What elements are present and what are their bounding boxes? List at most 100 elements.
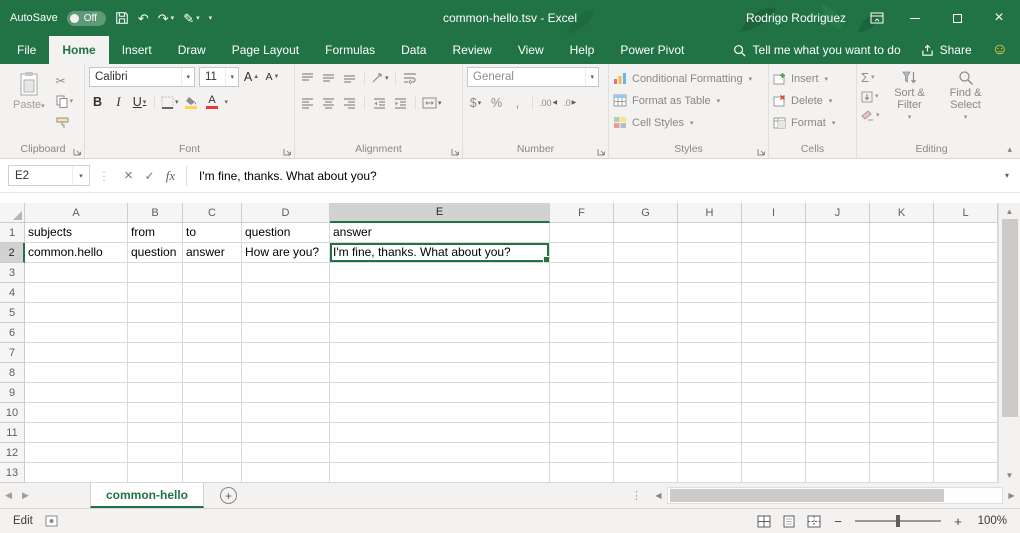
cell-A12[interactable]	[25, 443, 128, 463]
cell-C12[interactable]	[183, 443, 242, 463]
cell-J9[interactable]	[806, 383, 870, 403]
cell-D3[interactable]	[242, 263, 330, 283]
cell-F8[interactable]	[550, 363, 614, 383]
format-as-table-button[interactable]: Format as Table▾	[613, 90, 764, 111]
cell-J13[interactable]	[806, 463, 870, 483]
select-all-corner[interactable]	[0, 203, 25, 223]
increase-decimal-button[interactable]: .00◀	[539, 94, 557, 112]
page-break-view-button[interactable]	[807, 515, 821, 528]
cell-E11[interactable]	[330, 423, 550, 443]
decrease-indent-button[interactable]	[371, 94, 388, 112]
cell-E12[interactable]	[330, 443, 550, 463]
cell-B7[interactable]	[128, 343, 183, 363]
cell-H4[interactable]	[678, 283, 742, 303]
percent-style-button[interactable]: %	[488, 94, 505, 112]
cell-J2[interactable]	[806, 243, 870, 263]
column-header-K[interactable]: K	[870, 203, 934, 223]
zoom-out-button[interactable]: −	[832, 514, 844, 529]
scroll-up-arrow[interactable]: ▲	[999, 203, 1020, 219]
cell-D10[interactable]	[242, 403, 330, 423]
row-header-7[interactable]: 7	[0, 343, 25, 363]
tab-draw[interactable]: Draw	[165, 36, 219, 64]
paste-button[interactable]: Paste▾	[6, 67, 52, 142]
row-header-10[interactable]: 10	[0, 403, 25, 423]
cell-L2[interactable]	[934, 243, 998, 263]
cell-J3[interactable]	[806, 263, 870, 283]
close-button[interactable]: ×	[978, 0, 1020, 36]
cell-G8[interactable]	[614, 363, 678, 383]
autosave-toggle[interactable]: Off	[67, 11, 106, 26]
cell-C2[interactable]: answer	[183, 243, 242, 263]
cell-D7[interactable]	[242, 343, 330, 363]
comma-style-button[interactable]: ,	[509, 94, 526, 112]
cell-D13[interactable]	[242, 463, 330, 483]
formula-input[interactable]: I'm fine, thanks. What about you?	[192, 169, 998, 183]
column-header-L[interactable]: L	[934, 203, 998, 223]
cell-G13[interactable]	[614, 463, 678, 483]
cell-H9[interactable]	[678, 383, 742, 403]
name-box-dropdown[interactable]: ▾	[72, 166, 89, 185]
cell-L8[interactable]	[934, 363, 998, 383]
row-header-6[interactable]: 6	[0, 323, 25, 343]
feedback-smiley-icon[interactable]: ☺	[992, 41, 1008, 59]
cell-K6[interactable]	[870, 323, 934, 343]
autosum-button[interactable]: Σ▾	[861, 70, 880, 85]
cell-G3[interactable]	[614, 263, 678, 283]
minimize-button[interactable]	[894, 0, 936, 36]
cell-C3[interactable]	[183, 263, 242, 283]
align-bottom-button[interactable]	[341, 69, 358, 87]
cell-L12[interactable]	[934, 443, 998, 463]
cell-J8[interactable]	[806, 363, 870, 383]
italic-button[interactable]: I	[110, 93, 127, 111]
cell-J10[interactable]	[806, 403, 870, 423]
zoom-slider[interactable]	[855, 520, 941, 522]
cell-B13[interactable]	[128, 463, 183, 483]
cell-K9[interactable]	[870, 383, 934, 403]
cell-G4[interactable]	[614, 283, 678, 303]
cell-A7[interactable]	[25, 343, 128, 363]
cell-H6[interactable]	[678, 323, 742, 343]
scroll-left-arrow[interactable]: ◀	[650, 491, 667, 500]
merge-center-button[interactable]: ▾	[422, 94, 442, 112]
cell-H10[interactable]	[678, 403, 742, 423]
cell-I12[interactable]	[742, 443, 806, 463]
cell-H13[interactable]	[678, 463, 742, 483]
cell-C10[interactable]	[183, 403, 242, 423]
maximize-button[interactable]	[936, 0, 978, 36]
cell-B12[interactable]	[128, 443, 183, 463]
insert-function-button[interactable]: fx	[160, 166, 181, 186]
increase-indent-button[interactable]	[392, 94, 409, 112]
ribbon-display-options-button[interactable]	[860, 12, 894, 24]
cell-A10[interactable]	[25, 403, 128, 423]
normal-view-button[interactable]	[757, 515, 771, 528]
cell-A13[interactable]	[25, 463, 128, 483]
align-left-button[interactable]	[299, 94, 316, 112]
cell-styles-button[interactable]: Cell Styles▾	[613, 112, 764, 133]
cell-B2[interactable]: question	[128, 243, 183, 263]
cell-E3[interactable]	[330, 263, 550, 283]
redo-button[interactable]: ↷▾	[158, 12, 174, 25]
cell-G2[interactable]	[614, 243, 678, 263]
cell-F12[interactable]	[550, 443, 614, 463]
cell-G6[interactable]	[614, 323, 678, 343]
tab-view[interactable]: View	[505, 36, 557, 64]
cell-K11[interactable]	[870, 423, 934, 443]
cell-A5[interactable]	[25, 303, 128, 323]
cell-K1[interactable]	[870, 223, 934, 243]
cell-A9[interactable]	[25, 383, 128, 403]
cell-C7[interactable]	[183, 343, 242, 363]
horizontal-scrollbar[interactable]: ◀ ▶	[650, 483, 1020, 508]
cell-B6[interactable]	[128, 323, 183, 343]
column-header-D[interactable]: D	[242, 203, 330, 223]
row-header-8[interactable]: 8	[0, 363, 25, 383]
cell-H12[interactable]	[678, 443, 742, 463]
delete-cells-button[interactable]: Delete▾	[773, 90, 852, 111]
shrink-font-button[interactable]: A▼	[264, 68, 281, 86]
cell-A8[interactable]	[25, 363, 128, 383]
zoom-slider-thumb[interactable]	[896, 515, 900, 527]
cell-I8[interactable]	[742, 363, 806, 383]
zoom-level[interactable]: 100%	[975, 515, 1007, 527]
sheet-nav-right[interactable]: ▶	[17, 490, 34, 501]
font-family-select[interactable]: Calibri▾	[89, 67, 195, 87]
cell-L5[interactable]	[934, 303, 998, 323]
